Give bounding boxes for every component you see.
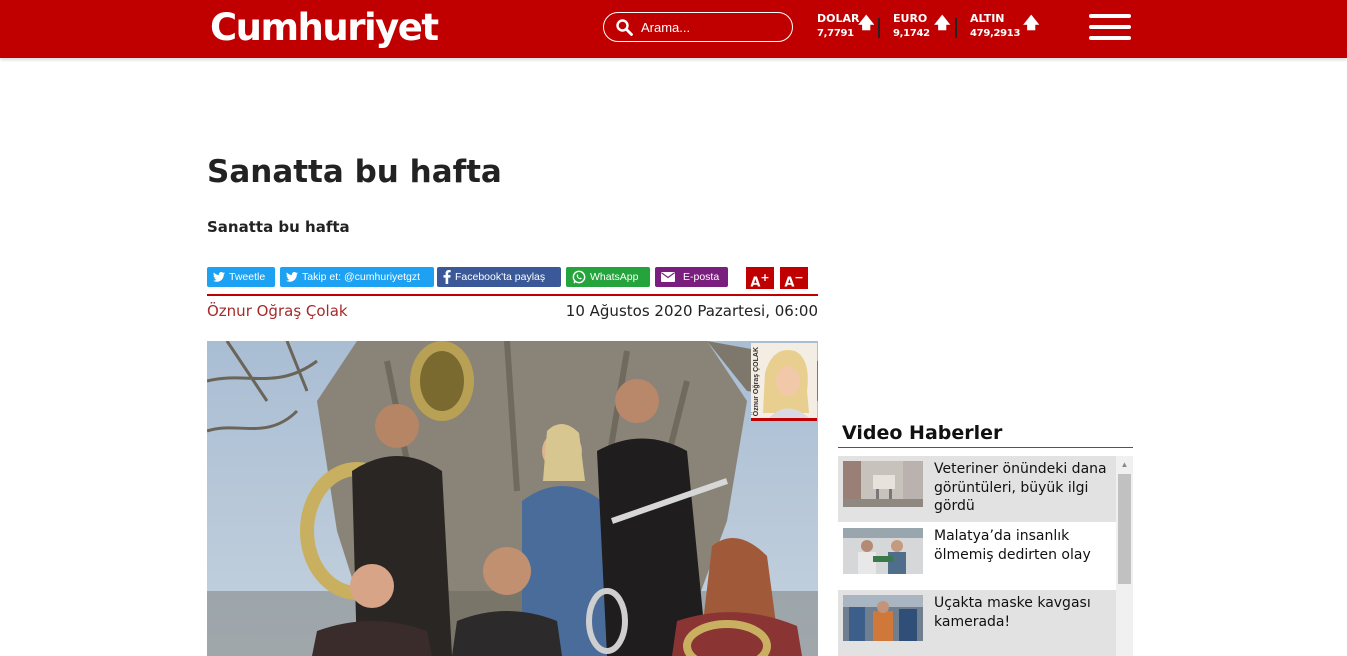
- video-thumbnail[interactable]: [843, 528, 923, 574]
- author-photo-label: Öznur Oğraş ÇOLAK: [753, 347, 760, 417]
- email-share-button[interactable]: E-posta: [655, 267, 728, 287]
- video-news-item[interactable]: Veteriner önündeki dana görüntüleri, büy…: [838, 456, 1116, 522]
- author-portrait-illustration: [751, 343, 817, 418]
- site-logo[interactable]: Cumhuriyet: [210, 6, 439, 50]
- facebook-share-button[interactable]: Facebook'ta paylaş: [437, 267, 561, 287]
- rate-divider: [955, 18, 957, 38]
- rate-dolar-value: 7,7791: [817, 28, 854, 39]
- facebook-icon: [443, 270, 451, 284]
- rate-dolar-name: DOLAR: [817, 12, 860, 25]
- email-label: E-posta: [683, 271, 720, 283]
- rate-altin-value: 479,2913: [970, 28, 1021, 39]
- twitter-icon: [213, 272, 225, 282]
- article-title: Sanatta bu hafta: [207, 154, 502, 190]
- twitter-icon: [286, 272, 298, 282]
- video-news-item-title[interactable]: Malatya’da insanlık ölmemiş dedirten ola…: [934, 527, 1114, 564]
- rate-euro-value: 9,1742: [893, 28, 930, 39]
- font-increase-label: A: [750, 275, 761, 291]
- rate-divider: [878, 18, 880, 38]
- musicians-photo-illustration: [207, 341, 818, 656]
- video-thumbnail[interactable]: [843, 595, 923, 641]
- tweet-button[interactable]: Tweetle: [207, 267, 275, 287]
- top-header: Cumhuriyet DOLAR 7,7791 🡅 EURO 9,1742 🡅 …: [0, 0, 1347, 58]
- video-news-title: Video Haberler: [842, 422, 1003, 444]
- article-meta-divider: [207, 294, 818, 296]
- article-main-photo: [207, 341, 818, 656]
- arrow-up-icon: 🡅: [934, 13, 951, 32]
- video-news-item-title[interactable]: Veteriner önündeki dana görüntüleri, büy…: [934, 460, 1114, 516]
- follow-twitter-button[interactable]: Takip et: @cumhuriyetgzt: [280, 267, 434, 287]
- search-box[interactable]: [603, 12, 793, 42]
- font-decrease-button[interactable]: A−: [780, 267, 808, 291]
- font-decrease-label: A: [784, 275, 795, 291]
- video-news-scrollbar[interactable]: ▲: [1116, 456, 1133, 656]
- video-news-item[interactable]: Uçakta maske kavgası kamerada!: [838, 590, 1116, 656]
- tweet-label: Tweetle: [229, 271, 266, 283]
- whatsapp-icon: [572, 270, 586, 284]
- scroll-up-arrow-icon[interactable]: ▲: [1116, 456, 1133, 473]
- rate-dolar: DOLAR 7,7791: [817, 12, 859, 42]
- search-icon: [616, 18, 633, 36]
- whatsapp-share-button[interactable]: WhatsApp: [566, 267, 650, 287]
- video-news-item-title[interactable]: Uçakta maske kavgası kamerada!: [934, 594, 1114, 631]
- article-subtitle: Sanatta bu hafta: [207, 218, 350, 236]
- video-news-divider: [838, 447, 1133, 448]
- arrow-up-icon: 🡅: [858, 13, 875, 32]
- follow-label: Takip et: @cumhuriyetgzt: [302, 271, 421, 283]
- envelope-icon: [661, 272, 675, 282]
- facebook-label: Facebook'ta paylaş: [455, 271, 546, 283]
- article-author-link[interactable]: Öznur Oğraş Çolak: [207, 302, 348, 320]
- rate-altin-name: ALTIN: [970, 12, 1005, 25]
- video-news-list: Veteriner önündeki dana görüntüleri, büy…: [838, 456, 1133, 656]
- search-input[interactable]: [641, 19, 771, 35]
- video-thumbnail[interactable]: [843, 461, 923, 507]
- whatsapp-label: WhatsApp: [590, 271, 639, 283]
- arrow-up-icon: 🡅: [1023, 13, 1040, 32]
- font-increase-button[interactable]: A+: [746, 267, 774, 291]
- article-date: 10 Ağustos 2020 Pazartesi, 06:00: [565, 302, 818, 320]
- video-news-item[interactable]: Malatya’da insanlık ölmemiş dedirten ola…: [838, 523, 1116, 589]
- menu-hamburger-icon[interactable]: [1089, 14, 1131, 42]
- rate-euro-name: EURO: [893, 12, 928, 25]
- rate-euro: EURO 9,1742: [893, 12, 930, 42]
- rate-altin: ALTIN 479,2913: [970, 12, 1020, 42]
- author-photo: Öznur Oğraş ÇOLAK: [751, 343, 817, 421]
- scrollbar-thumb[interactable]: [1118, 474, 1131, 584]
